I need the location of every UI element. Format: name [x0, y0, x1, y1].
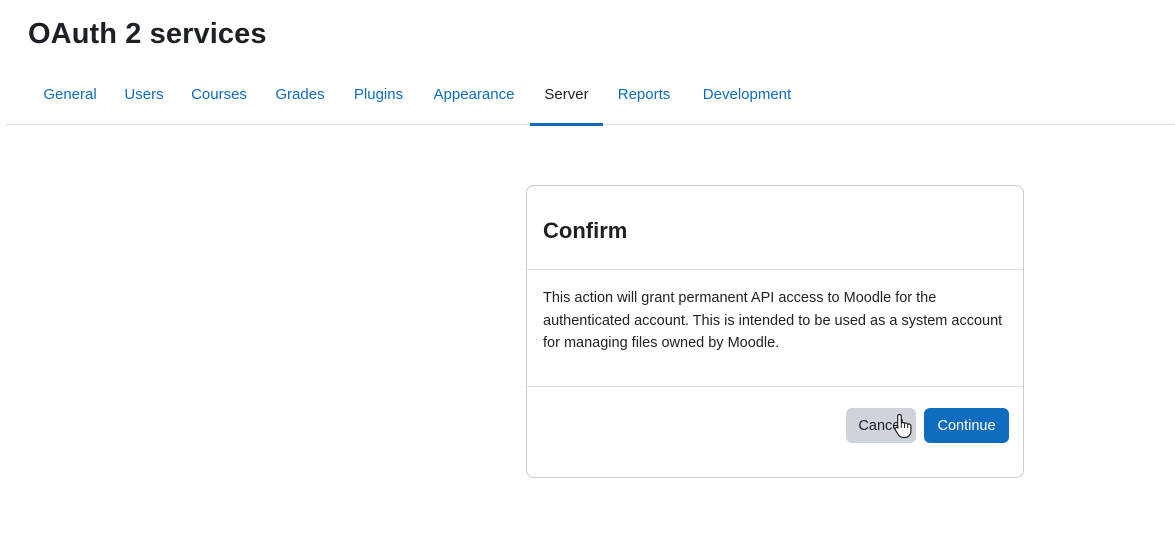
admin-tabs: General Users Courses Grades Plugins App…: [5, 65, 1175, 126]
cancel-button[interactable]: Cancel: [846, 408, 916, 443]
confirm-dialog: Confirm This action will grant permanent…: [526, 185, 1024, 478]
tab-grades[interactable]: Grades: [261, 65, 339, 124]
tab-development[interactable]: Development: [685, 65, 809, 124]
continue-button[interactable]: Continue: [924, 408, 1009, 443]
tab-plugins[interactable]: Plugins: [339, 65, 418, 124]
tab-courses[interactable]: Courses: [178, 65, 260, 124]
dialog-header: Confirm: [527, 186, 1023, 270]
dialog-footer: Cancel Continue: [527, 386, 1023, 478]
tab-server[interactable]: Server: [530, 65, 603, 126]
tab-general[interactable]: General: [28, 65, 112, 124]
page-title: OAuth 2 services: [28, 18, 267, 50]
tab-users[interactable]: Users: [111, 65, 177, 124]
tab-appearance[interactable]: Appearance: [418, 65, 530, 124]
tab-reports[interactable]: Reports: [603, 65, 685, 124]
dialog-title: Confirm: [543, 218, 628, 243]
dialog-message: This action will grant permanent API acc…: [543, 290, 1003, 351]
